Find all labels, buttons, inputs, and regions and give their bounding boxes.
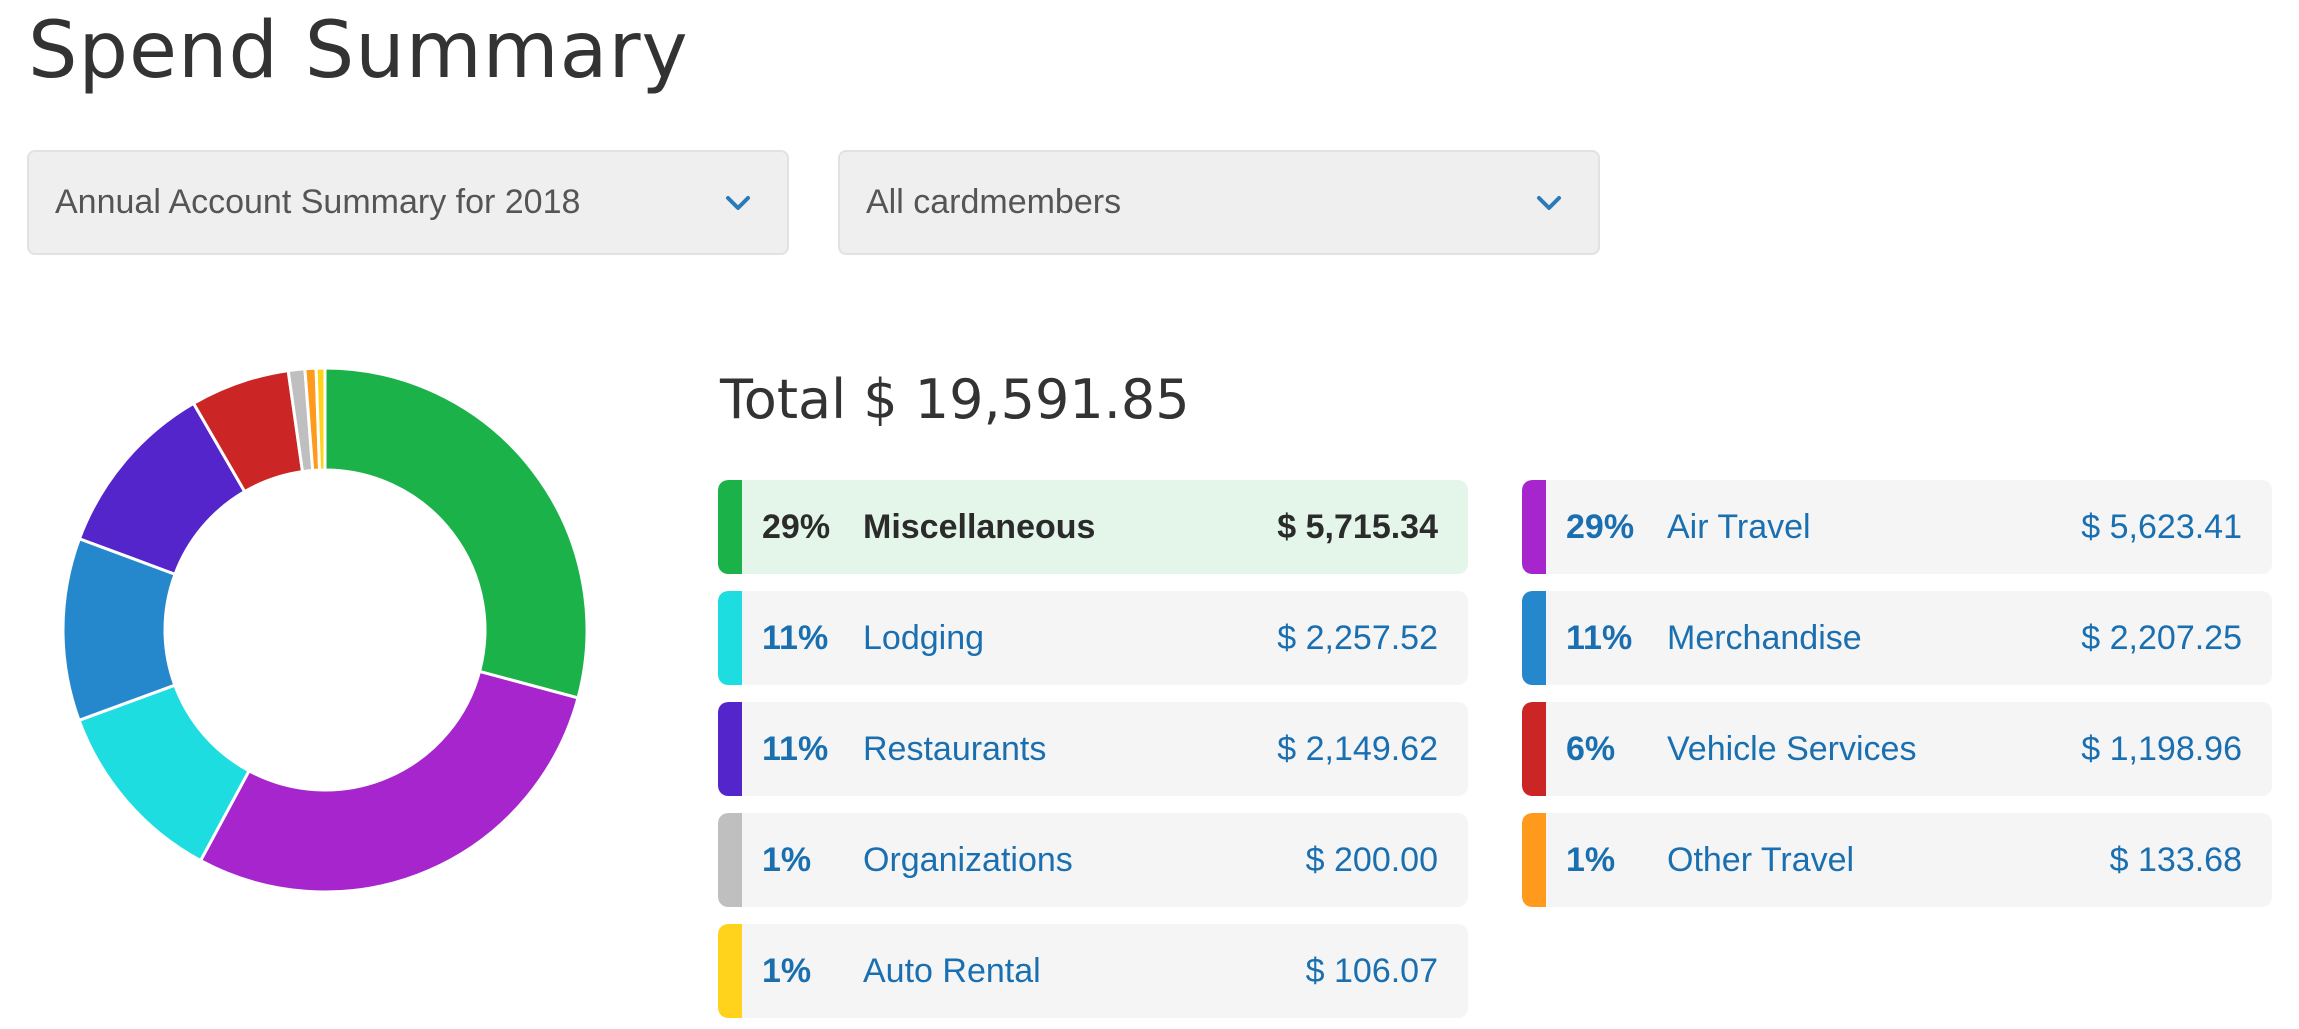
category-color-swatch bbox=[1522, 591, 1546, 685]
category-amount: $ 5,623.41 bbox=[2081, 508, 2242, 546]
category-amount: $ 2,207.25 bbox=[2081, 619, 2242, 657]
total-spend: Total $ 19,591.85 bbox=[720, 368, 1190, 431]
donut-slice-air-travel[interactable] bbox=[198, 669, 580, 894]
category-color-swatch bbox=[1522, 702, 1546, 796]
category-name: Organizations bbox=[863, 841, 1073, 879]
category-amount: $ 5,715.34 bbox=[1277, 508, 1438, 546]
category-amount: $ 1,198.96 bbox=[2081, 730, 2242, 768]
category-row-vehicle-services[interactable]: 6% Vehicle Services $ 1,198.96 bbox=[1522, 702, 2272, 796]
category-percent: 11% bbox=[762, 730, 829, 768]
category-color-swatch bbox=[718, 702, 742, 796]
category-amount: $ 133.68 bbox=[2109, 841, 2242, 879]
category-row-organizations[interactable]: 1% Organizations $ 200.00 bbox=[718, 813, 1468, 907]
category-row-auto-rental[interactable]: 1% Auto Rental $ 106.07 bbox=[718, 924, 1468, 1018]
category-amount: $ 200.00 bbox=[1305, 841, 1438, 879]
donut-slice-miscellaneous[interactable] bbox=[323, 366, 589, 700]
category-amount: $ 2,257.52 bbox=[1277, 619, 1438, 657]
category-percent: 11% bbox=[762, 619, 829, 657]
category-percent: 1% bbox=[1566, 841, 1616, 879]
category-row-air-travel[interactable]: 29% Air Travel $ 5,623.41 bbox=[1522, 480, 2272, 574]
chevron-down-icon bbox=[726, 196, 750, 210]
spend-donut-chart bbox=[61, 366, 589, 894]
category-row-miscellaneous[interactable]: 29% Miscellaneous $ 5,715.34 bbox=[718, 480, 1468, 574]
category-color-swatch bbox=[718, 813, 742, 907]
category-percent: 11% bbox=[1566, 619, 1633, 657]
cardmember-select-value: All cardmembers bbox=[866, 183, 1122, 221]
category-name: Lodging bbox=[863, 619, 985, 657]
category-color-swatch bbox=[718, 591, 742, 685]
category-name: Air Travel bbox=[1667, 508, 1811, 546]
category-name: Auto Rental bbox=[863, 952, 1041, 990]
chevron-down-icon bbox=[1537, 196, 1561, 210]
category-name: Restaurants bbox=[863, 730, 1047, 768]
category-amount: $ 2,149.62 bbox=[1277, 730, 1438, 768]
page-title: Spend Summary bbox=[28, 6, 689, 96]
category-row-lodging[interactable]: 11% Lodging $ 2,257.52 bbox=[718, 591, 1468, 685]
category-percent: 29% bbox=[762, 508, 831, 546]
cardmember-select[interactable]: All cardmembers bbox=[838, 150, 1600, 255]
category-name: Other Travel bbox=[1667, 841, 1855, 879]
period-select-value: Annual Account Summary for 2018 bbox=[55, 183, 581, 221]
category-color-swatch bbox=[718, 924, 742, 1018]
category-percent: 1% bbox=[762, 841, 812, 879]
category-color-swatch bbox=[1522, 813, 1546, 907]
period-select[interactable]: Annual Account Summary for 2018 bbox=[27, 150, 789, 255]
category-row-restaurants[interactable]: 11% Restaurants $ 2,149.62 bbox=[718, 702, 1468, 796]
category-color-swatch bbox=[718, 480, 742, 574]
category-name: Merchandise bbox=[1667, 619, 1862, 657]
category-row-merchandise[interactable]: 11% Merchandise $ 2,207.25 bbox=[1522, 591, 2272, 685]
category-name: Miscellaneous bbox=[863, 508, 1096, 546]
category-amount: $ 106.07 bbox=[1305, 952, 1438, 990]
category-color-swatch bbox=[1522, 480, 1546, 574]
category-percent: 29% bbox=[1566, 508, 1635, 546]
category-row-other-travel[interactable]: 1% Other Travel $ 133.68 bbox=[1522, 813, 2272, 907]
category-percent: 1% bbox=[762, 952, 812, 990]
category-name: Vehicle Services bbox=[1667, 730, 1917, 768]
category-percent: 6% bbox=[1566, 730, 1616, 768]
